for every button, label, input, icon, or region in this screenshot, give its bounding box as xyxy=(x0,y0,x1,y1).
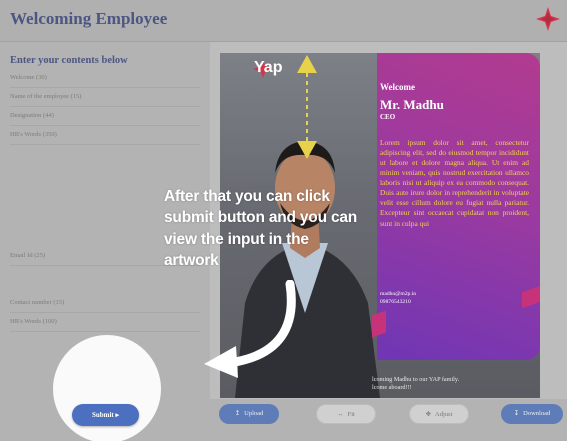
card-phone: 09876543210 xyxy=(380,299,411,305)
card-welcome-label: Welcome xyxy=(380,82,415,92)
card-employee-name: Mr. Madhu xyxy=(380,97,444,112)
contact-number-field[interactable]: Contact number (15) xyxy=(10,295,200,313)
adjust-button-label: Adjust xyxy=(435,411,453,418)
dashed-arrow-icon xyxy=(297,55,317,159)
form-title: Enter your contents below xyxy=(10,55,128,66)
welcome-field-label: Welcome (30) xyxy=(10,74,47,81)
instruction-callout: After that you can click submit button a… xyxy=(164,188,358,270)
upload-button-label: Upload xyxy=(244,410,264,417)
employee-name-field[interactable]: Name of the employee (15) xyxy=(10,89,200,107)
curved-arrow-icon xyxy=(204,280,296,378)
card-footer-line: lcoming Madhu to our YAP family. xyxy=(372,376,460,383)
email-field-label: Email Id (25) xyxy=(10,252,46,259)
designation-field[interactable]: Designation (44) xyxy=(10,108,200,126)
employee-name-field-label: Name of the employee (15) xyxy=(10,93,82,100)
card-footer-text: lcoming Madhu to our YAP family. lcome a… xyxy=(372,376,540,393)
download-icon: ↧ xyxy=(513,410,520,417)
caret-right-icon: ▸ xyxy=(115,411,120,419)
brand-logo-icon xyxy=(536,7,560,31)
card-email: madhu@m2p.in xyxy=(380,291,417,297)
upload-button[interactable]: ↥ Upload xyxy=(219,404,279,424)
adjust-button[interactable]: ✥ Adjust xyxy=(409,404,469,424)
hr-words-field[interactable]: HR's Words (350) xyxy=(10,127,200,145)
fit-button[interactable]: ↔ Fit xyxy=(316,404,376,424)
yap-brand-text: Yap xyxy=(254,59,283,76)
designation-field-label: Designation (44) xyxy=(10,112,54,119)
hr-words-short-field[interactable]: HR's Words (100) xyxy=(10,314,200,332)
contact-number-field-label: Contact number (15) xyxy=(10,299,65,306)
app-header: Welcoming Employee xyxy=(0,0,567,42)
fit-icon: ↔ xyxy=(337,411,344,418)
download-button[interactable]: ↧ Download xyxy=(501,404,563,424)
card-bio-text: Lorem ipsum dolor sit amet, consectetur … xyxy=(380,138,529,228)
welcome-field[interactable]: Welcome (30) xyxy=(10,70,200,88)
card-footer-line: lcome aboard!!! xyxy=(372,384,412,392)
adjust-icon: ✥ xyxy=(425,411,432,418)
fit-button-label: Fit xyxy=(347,411,355,418)
hr-words-field-label: HR's Words (350) xyxy=(10,131,57,138)
submit-button-label: Submit xyxy=(91,411,114,419)
card-designation: CEO xyxy=(380,113,396,121)
hr-words-short-field-label: HR's Words (100) xyxy=(10,318,57,325)
download-button-label: Download xyxy=(523,410,551,417)
app-title: Welcoming Employee xyxy=(10,9,168,28)
upload-icon: ↥ xyxy=(234,410,241,417)
submit-button[interactable]: Submit ▸ xyxy=(72,404,139,426)
